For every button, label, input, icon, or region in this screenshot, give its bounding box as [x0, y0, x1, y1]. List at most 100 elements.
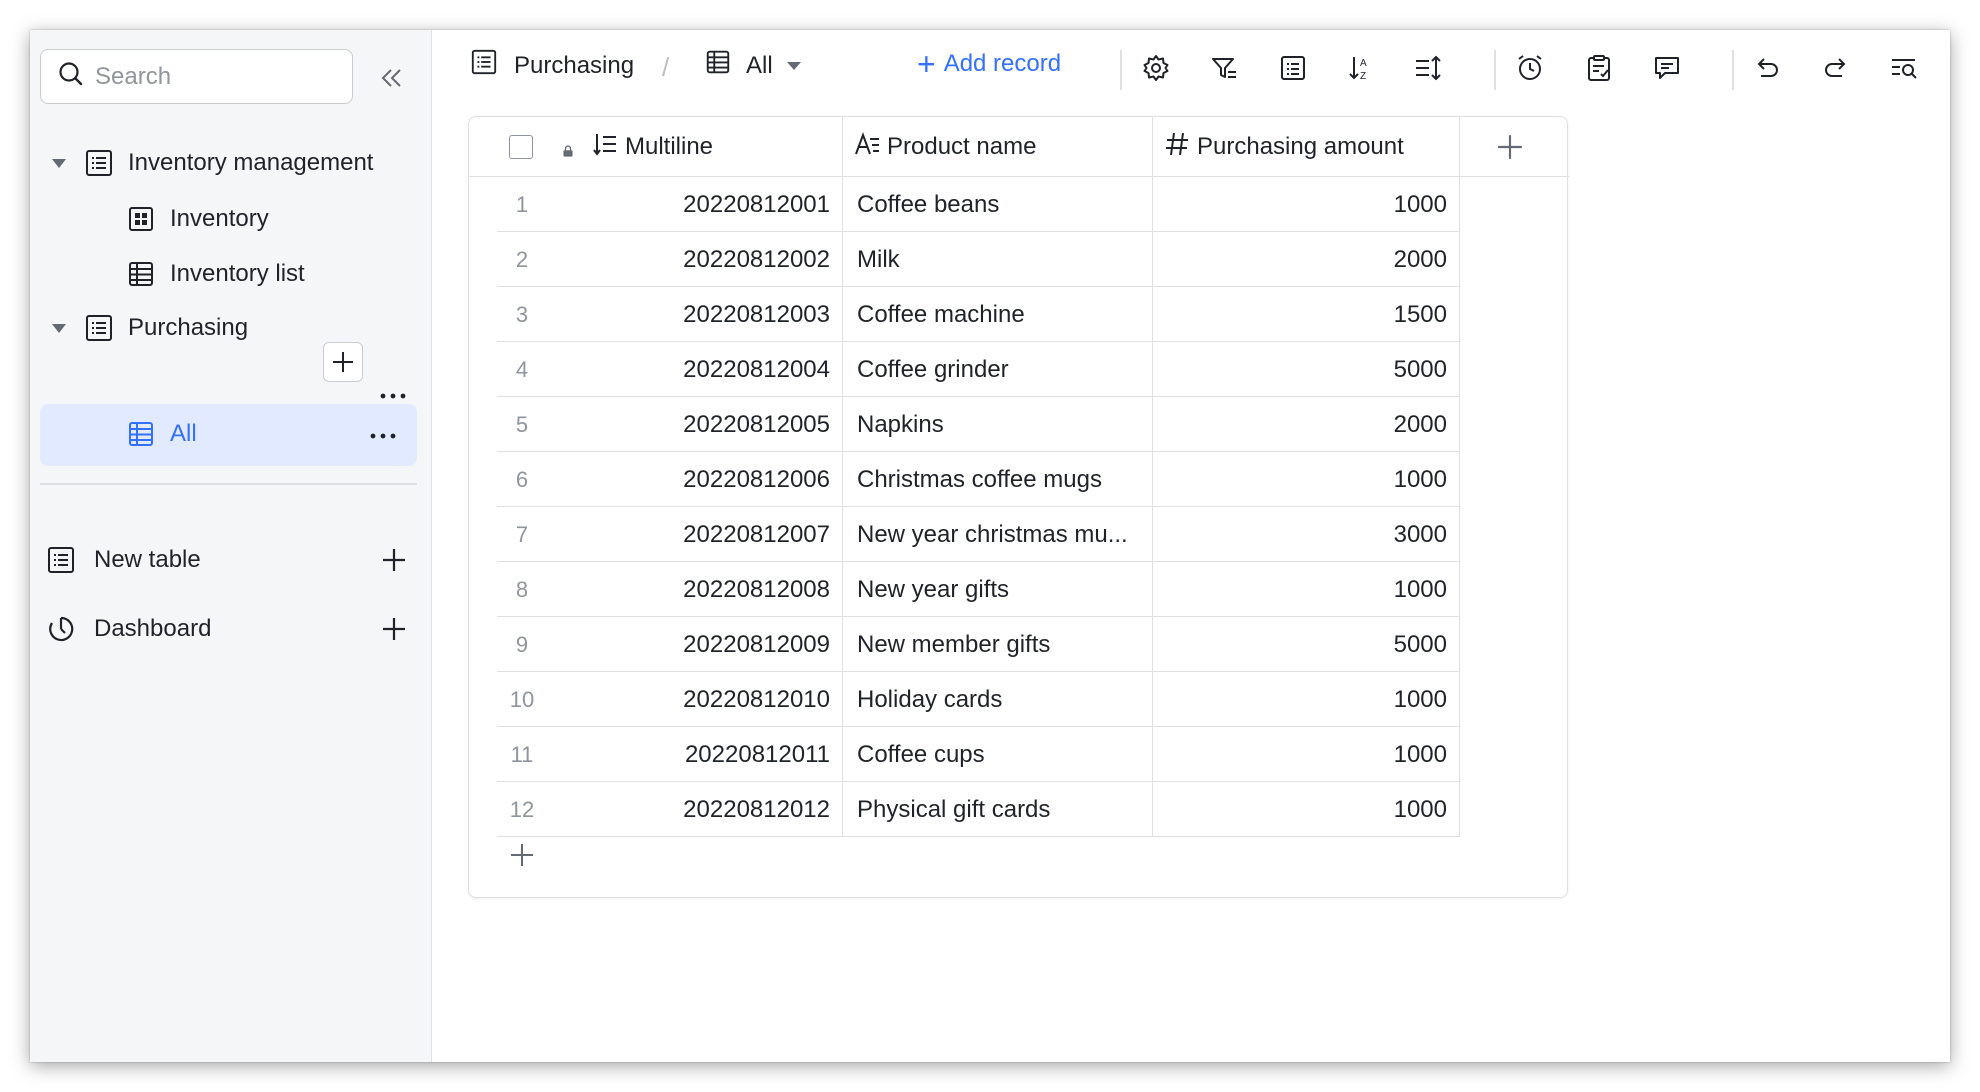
add-table-button[interactable]: [376, 530, 412, 590]
cell-purchasing-amount[interactable]: 2000: [1153, 232, 1460, 287]
cell-product-name[interactable]: Napkins: [843, 397, 1153, 452]
sidebar-item-dashboard[interactable]: Dashboard: [46, 599, 211, 659]
cell-product-name[interactable]: New year christmas mu...: [843, 507, 1153, 562]
cell-purchasing-amount[interactable]: 1000: [1153, 177, 1460, 232]
table-row[interactable]: 10 20220812010 Holiday cards 1000: [469, 672, 1569, 727]
number-field-icon: [1163, 130, 1197, 165]
table-row[interactable]: 6 20220812006 Christmas coffee mugs 1000: [469, 452, 1569, 507]
sort-button[interactable]: AZ: [1343, 50, 1379, 86]
column-header-multiline[interactable]: Multiline: [469, 117, 843, 177]
automation-button[interactable]: [1512, 50, 1548, 86]
cell-product-name[interactable]: Holiday cards: [843, 672, 1153, 727]
sidebar-item-inventory-list[interactable]: Inventory list: [126, 244, 305, 304]
cell-product-name[interactable]: Coffee grinder: [843, 342, 1153, 397]
cell-product-name[interactable]: Milk: [843, 232, 1153, 287]
multiline-icon: [591, 130, 625, 165]
row-index: 3: [515, 301, 529, 327]
form-button[interactable]: [1581, 50, 1617, 86]
grid-header: Multiline Product name Purchasing amount: [469, 117, 1569, 177]
redo-button[interactable]: [1818, 50, 1854, 86]
cell-product-name[interactable]: Coffee beans: [843, 177, 1153, 232]
add-dashboard-button[interactable]: [376, 599, 412, 659]
cell-purchasing-amount[interactable]: 5000: [1153, 617, 1460, 672]
table-row[interactable]: 1 20220812001 Coffee beans 1000: [469, 177, 1569, 232]
sidebar-item-purchasing[interactable]: Purchasing: [52, 298, 248, 358]
cell-multiline[interactable]: 20220812003: [547, 287, 843, 342]
table-row[interactable]: 4 20220812004 Coffee grinder 5000: [469, 342, 1569, 397]
plus-icon: [383, 549, 405, 571]
undo-button[interactable]: [1749, 50, 1785, 86]
cell-purchasing-amount[interactable]: 3000: [1153, 507, 1460, 562]
cell-product-name[interactable]: Coffee machine: [843, 287, 1153, 342]
sidebar: Inventory management Inventory Inventory…: [30, 30, 432, 1062]
table-row[interactable]: 3 20220812003 Coffee machine 1500: [469, 287, 1569, 342]
column-label: Multiline: [625, 133, 714, 160]
row-index: 9: [515, 631, 529, 657]
sidebar-item-inventory-management[interactable]: Inventory management: [52, 133, 373, 193]
cell-product-name[interactable]: New member gifts: [843, 617, 1153, 672]
table-row[interactable]: 12 20220812012 Physical gift cards 1000: [469, 782, 1569, 837]
table-row[interactable]: 5 20220812005 Napkins 2000: [469, 397, 1569, 452]
expand-caret-icon[interactable]: [52, 323, 66, 333]
sidebar-item-label: Inventory: [170, 205, 269, 232]
search-box[interactable]: [40, 49, 353, 104]
filter-button[interactable]: [1206, 50, 1242, 86]
row-index: 4: [515, 356, 529, 382]
table-row[interactable]: 7 20220812007 New year christmas mu... 3000: [469, 507, 1569, 562]
cell-multiline[interactable]: 20220812002: [547, 232, 843, 287]
gear-icon: [1143, 55, 1169, 81]
cell-multiline[interactable]: 20220812007: [547, 507, 843, 562]
search-input[interactable]: [95, 62, 325, 91]
plus-icon: [383, 618, 405, 640]
toolbar-divider: [1732, 50, 1734, 90]
cell-purchasing-amount[interactable]: 1000: [1153, 452, 1460, 507]
toolbar: Purchasing / All + Add record A Z: [432, 30, 1950, 100]
add-view-button[interactable]: [323, 342, 363, 382]
cell-multiline[interactable]: 20220812005: [547, 397, 843, 452]
table-title: Purchasing: [514, 51, 635, 79]
cell-purchasing-amount[interactable]: 1000: [1153, 672, 1460, 727]
sidebar-item-inventory[interactable]: Inventory: [126, 189, 269, 249]
cell-multiline[interactable]: 20220812004: [547, 342, 843, 397]
add-column-button[interactable]: [1460, 117, 1566, 177]
cell-multiline[interactable]: 20220812008: [547, 562, 843, 617]
cell-product-name[interactable]: Christmas coffee mugs: [843, 452, 1153, 507]
cell-multiline[interactable]: 20220812011: [547, 727, 843, 782]
column-header-purchasing-amount[interactable]: Purchasing amount: [1153, 117, 1460, 177]
cell-product-name[interactable]: New year gifts: [843, 562, 1153, 617]
settings-button[interactable]: [1138, 50, 1174, 86]
select-all-checkbox[interactable]: [509, 135, 533, 159]
table-row[interactable]: 11 20220812011 Coffee cups 1000: [469, 727, 1569, 782]
breadcrumb-table[interactable]: Purchasing: [470, 48, 634, 83]
cell-purchasing-amount[interactable]: 5000: [1153, 342, 1460, 397]
group-button[interactable]: [1275, 50, 1311, 86]
cell-purchasing-amount[interactable]: 1500: [1153, 287, 1460, 342]
cell-multiline[interactable]: 20220812001: [547, 177, 843, 232]
row-height-button[interactable]: [1410, 50, 1446, 86]
cell-purchasing-amount[interactable]: 1000: [1153, 782, 1460, 837]
column-header-product-name[interactable]: Product name: [843, 117, 1153, 177]
comments-button[interactable]: [1649, 50, 1685, 86]
view-more-options-button[interactable]: [365, 418, 401, 454]
cell-purchasing-amount[interactable]: 1000: [1153, 562, 1460, 617]
cell-multiline[interactable]: 20220812006: [547, 452, 843, 507]
sidebar-item-all[interactable]: All: [126, 404, 197, 464]
cell-product-name[interactable]: Coffee cups: [843, 727, 1153, 782]
cell-multiline[interactable]: 20220812012: [547, 782, 843, 837]
add-record-button[interactable]: + Add record: [917, 48, 1061, 80]
collapse-sidebar-icon[interactable]: [376, 62, 408, 94]
cell-purchasing-amount[interactable]: 2000: [1153, 397, 1460, 452]
cell-purchasing-amount[interactable]: 1000: [1153, 727, 1460, 782]
view-selector[interactable]: All: [704, 48, 801, 83]
sidebar-item-new-table[interactable]: New table: [46, 530, 201, 590]
table-row[interactable]: 9 20220812009 New member gifts 5000: [469, 617, 1569, 672]
cell-multiline[interactable]: 20220812010: [547, 672, 843, 727]
table-row[interactable]: 8 20220812008 New year gifts 1000: [469, 562, 1569, 617]
search-records-button[interactable]: [1886, 50, 1922, 86]
expand-caret-icon[interactable]: [52, 158, 66, 168]
breadcrumb-separator: /: [662, 52, 670, 82]
cell-multiline[interactable]: 20220812009: [547, 617, 843, 672]
cell-product-name[interactable]: Physical gift cards: [843, 782, 1153, 837]
add-row-button[interactable]: [507, 840, 537, 870]
table-row[interactable]: 2 20220812002 Milk 2000: [469, 232, 1569, 287]
